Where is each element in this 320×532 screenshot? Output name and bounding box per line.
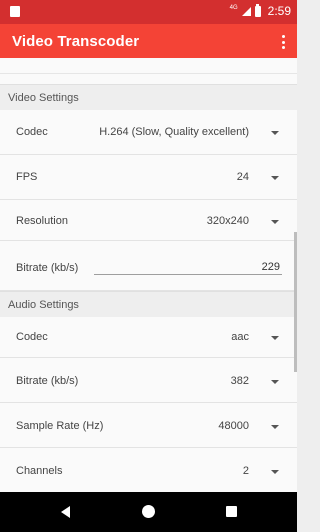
dropdown-caret-icon[interactable]	[271, 336, 279, 340]
more-vert-icon[interactable]	[281, 35, 285, 49]
back-triangle-icon[interactable]	[61, 506, 70, 518]
home-circle-icon[interactable]	[142, 505, 155, 518]
video-settings-header: Video Settings	[0, 84, 297, 110]
audio-settings-header: Audio Settings	[0, 291, 297, 317]
fps-row[interactable]: FPS 24	[0, 155, 297, 200]
resolution-row[interactable]: Resolution 320x240	[0, 200, 297, 241]
video-bitrate-row: Bitrate (kb/s)	[0, 241, 297, 291]
audio-bitrate-row[interactable]: Bitrate (kb/s) 382	[0, 358, 297, 403]
sample-rate-row[interactable]: Sample Rate (Hz) 48000	[0, 403, 297, 448]
audio-bitrate-value: 382	[230, 375, 249, 387]
fps-label: FPS	[16, 171, 38, 183]
app-bar: Video Transcoder	[0, 24, 297, 58]
clock: 2:59	[267, 4, 291, 18]
audio-settings-title: Audio Settings	[8, 299, 79, 311]
audio-bitrate-label: Bitrate (kb/s)	[16, 375, 79, 387]
fps-value: 24	[236, 171, 249, 183]
status-bar: 4G 2:59	[0, 0, 297, 24]
video-bitrate-input[interactable]	[94, 259, 282, 275]
battery-icon	[254, 3, 261, 17]
sample-rate-value: 48000	[218, 420, 249, 432]
signal-icon	[241, 6, 251, 16]
video-bitrate-label: Bitrate (kb/s)	[16, 262, 79, 274]
app-title: Video Transcoder	[12, 33, 140, 50]
recent-square-icon[interactable]	[226, 506, 237, 517]
settings-list[interactable]: Video Settings Codec H.264 (Slow, Qualit…	[0, 58, 297, 492]
audio-codec-value: aac	[231, 331, 249, 343]
channels-value: 2	[242, 465, 249, 477]
channels-row[interactable]: Channels 2	[0, 448, 297, 492]
network-type: 4G	[229, 5, 238, 11]
resolution-value: 320x240	[206, 215, 249, 227]
dropdown-caret-icon[interactable]	[271, 425, 279, 429]
scrollbar[interactable]	[294, 232, 297, 372]
status-icons: 4G 2:59	[229, 3, 291, 18]
sample-rate-label: Sample Rate (Hz)	[16, 420, 104, 432]
video-codec-value: H.264 (Slow, Quality excellent)	[99, 126, 249, 138]
dropdown-caret-icon[interactable]	[271, 220, 279, 224]
list-top-edge	[0, 58, 297, 74]
nav-bar	[0, 492, 297, 532]
channels-label: Channels	[16, 465, 63, 477]
resolution-label: Resolution	[16, 215, 68, 227]
video-codec-label: Codec	[16, 126, 48, 138]
sd-card-icon	[10, 6, 20, 17]
video-codec-row[interactable]: Codec H.264 (Slow, Quality excellent)	[0, 110, 297, 155]
video-settings-title: Video Settings	[8, 92, 79, 104]
audio-codec-label: Codec	[16, 331, 48, 343]
dropdown-caret-icon[interactable]	[271, 470, 279, 474]
dropdown-caret-icon[interactable]	[271, 176, 279, 180]
audio-codec-row[interactable]: Codec aac	[0, 317, 297, 358]
dropdown-caret-icon[interactable]	[271, 380, 279, 384]
dropdown-caret-icon[interactable]	[271, 131, 279, 135]
